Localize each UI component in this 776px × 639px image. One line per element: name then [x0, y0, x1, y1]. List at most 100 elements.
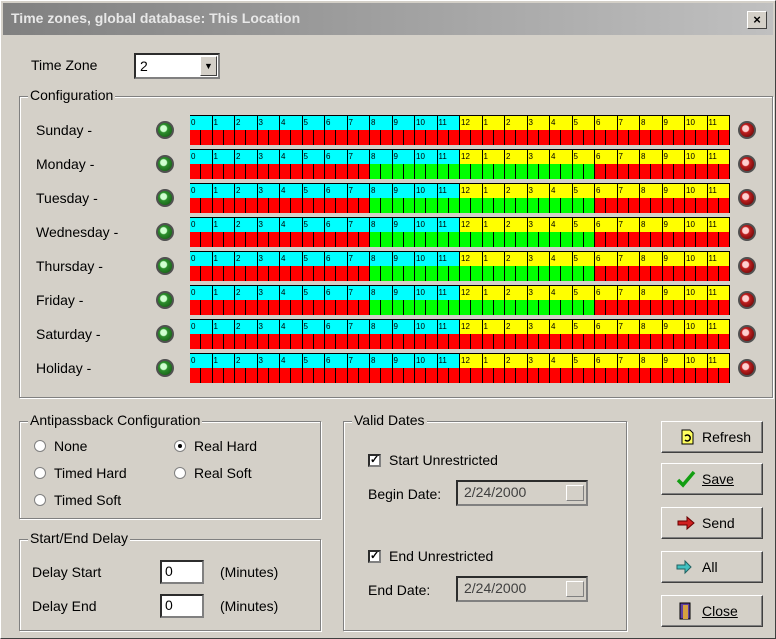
hour-header-cell[interactable]: 3 [257, 183, 280, 198]
time-slot-cell[interactable] [257, 130, 269, 145]
hour-header-cell[interactable]: 2 [235, 149, 258, 164]
time-slot-cell[interactable] [696, 164, 708, 179]
radio-real-soft[interactable]: Real Soft [174, 465, 252, 481]
hour-header-cell[interactable]: 12 [460, 217, 483, 232]
time-slot-cell[interactable] [336, 334, 348, 349]
time-slot-cell[interactable] [696, 232, 708, 247]
time-slot-cell[interactable] [471, 334, 483, 349]
hour-header-cell[interactable]: 4 [550, 251, 573, 266]
time-slot-cell[interactable] [246, 334, 258, 349]
hour-header-cell[interactable]: 3 [257, 319, 280, 334]
hour-header-cell[interactable]: 10 [685, 353, 708, 368]
time-slot-cell[interactable] [223, 334, 235, 349]
time-slot-cell[interactable] [527, 198, 539, 213]
time-slot-cell[interactable] [370, 334, 382, 349]
close-window-button[interactable]: × [747, 11, 767, 29]
time-slot-cell[interactable] [595, 164, 607, 179]
time-slot-cell[interactable] [403, 300, 415, 315]
time-slot-cell[interactable] [426, 300, 438, 315]
time-slot-cell[interactable] [448, 266, 460, 281]
time-slot-cell[interactable] [505, 368, 517, 383]
time-slot-cell[interactable] [718, 164, 730, 179]
time-slot-cell[interactable] [561, 198, 573, 213]
hour-header-cell[interactable]: 3 [527, 217, 550, 232]
time-slot-cell[interactable] [381, 368, 393, 383]
red-indicator-icon[interactable] [738, 189, 756, 207]
time-slot-cell[interactable] [291, 198, 303, 213]
time-slot-cell[interactable] [381, 130, 393, 145]
time-slot-cell[interactable] [347, 130, 359, 145]
time-slot-cell[interactable] [313, 266, 325, 281]
day-schedule-grid[interactable]: 0 1 2 3 4 5 6 7 8 9 10 11 12 1 2 3 4 5 6 7 8 9 10 11 [190, 353, 730, 383]
time-slot-cell[interactable] [516, 334, 528, 349]
time-slot-cell[interactable] [707, 130, 719, 145]
time-slot-cell[interactable] [426, 164, 438, 179]
hour-header-cell[interactable]: 4 [550, 285, 573, 300]
time-slot-cell[interactable] [370, 164, 382, 179]
hour-header-cell[interactable]: 2 [235, 115, 258, 130]
time-slot-cell[interactable] [538, 266, 550, 281]
hour-header-cell[interactable]: 4 [280, 251, 303, 266]
green-indicator-icon[interactable] [156, 257, 174, 275]
hour-header-cell[interactable]: 3 [257, 217, 280, 232]
time-slot-cell[interactable] [595, 266, 607, 281]
time-slot-cell[interactable] [651, 266, 663, 281]
time-slot-cell[interactable] [415, 198, 427, 213]
time-slot-cell[interactable] [415, 232, 427, 247]
hour-header-cell[interactable]: 6 [325, 285, 348, 300]
time-slot-cell[interactable] [617, 334, 629, 349]
time-slot-cell[interactable] [471, 130, 483, 145]
green-indicator-icon[interactable] [156, 155, 174, 173]
hour-header-cell[interactable]: 9 [392, 183, 415, 198]
time-slot-cell[interactable] [426, 198, 438, 213]
begin-date-field[interactable]: 2/24/2000 [456, 480, 588, 506]
time-slot-cell[interactable] [527, 164, 539, 179]
time-slot-cell[interactable] [302, 334, 314, 349]
hour-header-cell[interactable]: 8 [640, 353, 663, 368]
time-slot-cell[interactable] [302, 368, 314, 383]
hour-header-cell[interactable]: 1 [212, 183, 235, 198]
hour-header-cell[interactable]: 7 [617, 251, 640, 266]
hour-header-cell[interactable]: 10 [415, 183, 438, 198]
time-slot-cell[interactable] [280, 198, 292, 213]
time-slot-cell[interactable] [280, 266, 292, 281]
time-slot-cell[interactable] [325, 334, 337, 349]
hour-header-cell[interactable]: 7 [617, 217, 640, 232]
time-slot-cell[interactable] [448, 198, 460, 213]
time-slot-cell[interactable] [370, 266, 382, 281]
time-slot-cell[interactable] [595, 232, 607, 247]
time-slot-cell[interactable] [437, 232, 449, 247]
calendar-icon[interactable] [566, 485, 584, 501]
time-slot-cell[interactable] [201, 368, 213, 383]
hour-header-cell[interactable]: 4 [280, 353, 303, 368]
hour-header-cell[interactable]: 0 [190, 319, 213, 334]
time-slot-cell[interactable] [583, 232, 595, 247]
time-slot-cell[interactable] [685, 130, 697, 145]
hour-header-cell[interactable]: 7 [347, 115, 370, 130]
time-slot-cell[interactable] [673, 198, 685, 213]
time-slot-cell[interactable] [718, 368, 730, 383]
time-slot-cell[interactable] [392, 198, 404, 213]
time-slot-cell[interactable] [460, 130, 472, 145]
time-slot-cell[interactable] [493, 266, 505, 281]
hour-header-cell[interactable]: 2 [505, 285, 528, 300]
hour-header-cell[interactable]: 10 [415, 115, 438, 130]
time-slot-cell[interactable] [651, 130, 663, 145]
red-indicator-icon[interactable] [738, 359, 756, 377]
time-slot-cell[interactable] [347, 198, 359, 213]
hour-header-cell[interactable]: 9 [662, 251, 685, 266]
hour-header-cell[interactable]: 7 [617, 285, 640, 300]
hour-header-cell[interactable]: 1 [212, 217, 235, 232]
time-slot-cell[interactable] [212, 164, 224, 179]
hour-header-cell[interactable]: 12 [460, 183, 483, 198]
time-slot-cell[interactable] [268, 232, 280, 247]
time-slot-cell[interactable] [325, 266, 337, 281]
time-slot-cell[interactable] [313, 232, 325, 247]
time-slot-cell[interactable] [471, 300, 483, 315]
time-slot-cell[interactable] [426, 232, 438, 247]
time-slot-cell[interactable] [268, 266, 280, 281]
time-slot-cell[interactable] [392, 334, 404, 349]
hour-header-cell[interactable]: 4 [550, 319, 573, 334]
time-slot-cell[interactable] [482, 130, 494, 145]
hour-header-cell[interactable]: 11 [707, 319, 730, 334]
